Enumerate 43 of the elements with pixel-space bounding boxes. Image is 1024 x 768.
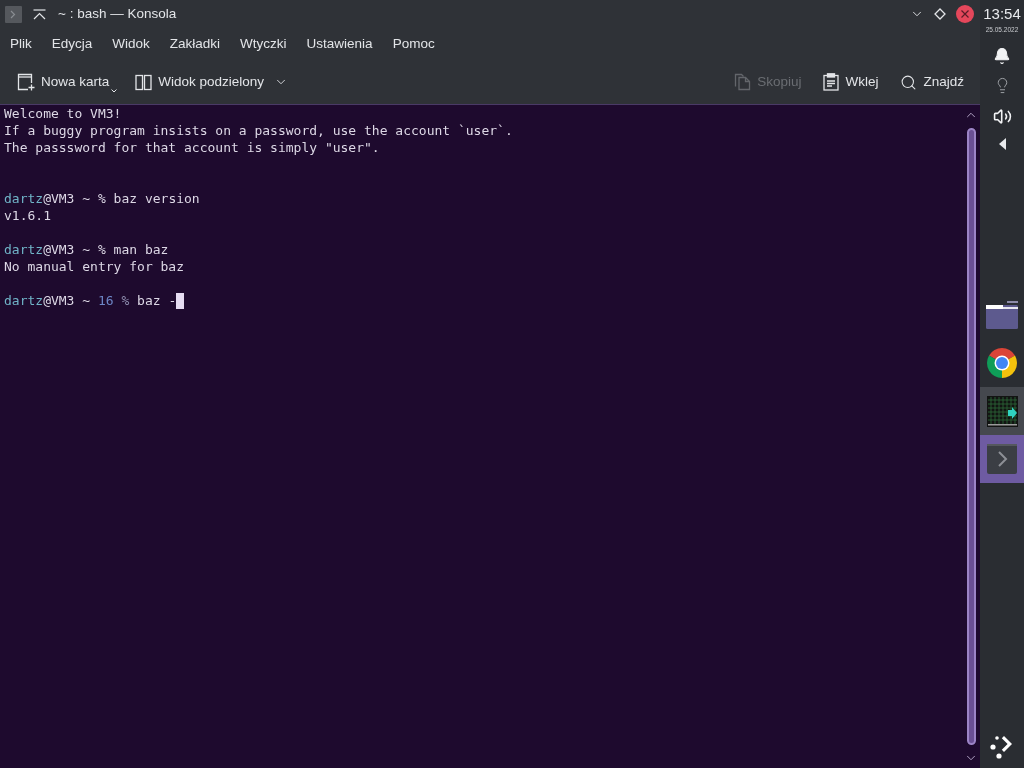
output-line: If a buggy program insists on a password, use the account `user`. xyxy=(4,122,513,139)
grid-chart-icon xyxy=(986,395,1018,427)
search-icon xyxy=(900,73,918,91)
menu-item[interactable]: Zakładki xyxy=(159,31,231,57)
terminal-icon xyxy=(987,444,1017,474)
speaker-icon[interactable] xyxy=(992,107,1012,126)
dots-chevron-icon[interactable] xyxy=(989,733,1015,759)
window-title: ~ : bash — Konsola xyxy=(58,4,177,23)
taskbar-item[interactable] xyxy=(980,387,1024,435)
folder-icon xyxy=(986,301,1018,329)
menu-item[interactable]: Edycja xyxy=(41,31,103,57)
menu-item[interactable]: Widok xyxy=(102,31,160,57)
notifications-bell-icon[interactable] xyxy=(993,47,1011,65)
output-line: Welcome to VM3! xyxy=(4,105,122,122)
command-text: baz version xyxy=(113,190,200,207)
toolbar-button[interactable]: Znajdź xyxy=(894,66,970,98)
copy-icon xyxy=(734,73,752,91)
output-line: v1.6.1 xyxy=(4,207,51,224)
menu-item[interactable]: Wtyczki xyxy=(230,31,297,57)
toolbar-button[interactable]: Wklej xyxy=(817,66,885,98)
clipboard-icon xyxy=(823,73,840,91)
shell-prompt: dartz@VM3 ~ % xyxy=(4,241,106,258)
menu-item[interactable]: Ustawienia xyxy=(296,31,383,57)
diamond-icon[interactable] xyxy=(934,8,946,20)
toolbar-button[interactable]: Widok podzielony xyxy=(129,66,295,98)
command-text: man baz xyxy=(113,241,169,258)
output-line: The passsword for that account is simply "user". xyxy=(4,139,380,156)
menu-item[interactable]: Pomoc xyxy=(382,31,445,57)
shell-prompt: dartz@VM3 ~ 16 % xyxy=(4,292,130,309)
shell-prompt: dartz@VM3 ~ % xyxy=(4,190,106,207)
clock-time[interactable]: 13:54 xyxy=(983,6,1021,22)
document-plus-icon xyxy=(17,73,35,91)
browser-icon xyxy=(986,347,1018,379)
scrollbar-thumb[interactable] xyxy=(966,128,976,745)
close-icon[interactable] xyxy=(956,5,974,23)
left-triangle-icon[interactable] xyxy=(998,138,1006,150)
terminal-app-icon[interactable] xyxy=(5,5,22,23)
menu-item[interactable]: Plik xyxy=(0,31,42,57)
toolbar-button[interactable]: Nowa karta xyxy=(11,66,124,98)
command-text: baz - xyxy=(137,292,177,309)
columns-icon xyxy=(135,73,153,91)
output-line: No manual entry for baz xyxy=(4,258,184,275)
keep-above-icon[interactable] xyxy=(33,8,46,20)
